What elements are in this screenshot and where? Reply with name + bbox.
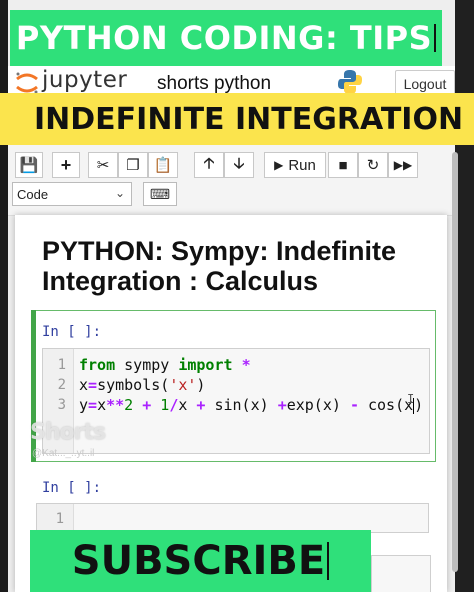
copy-icon: ❐ — [126, 157, 140, 174]
line-number: 1 — [55, 511, 64, 527]
plus-icon: + — [60, 154, 72, 175]
restart-run-all-button[interactable]: ▶▶ — [388, 152, 418, 178]
line-number: 1 — [57, 357, 66, 373]
python-logo-icon — [338, 70, 362, 94]
text-cursor — [434, 24, 437, 52]
cell-edge — [371, 555, 431, 592]
restart-icon: ↻ — [366, 157, 380, 174]
subscribe-banner[interactable]: SUBSCRIBE — [30, 530, 371, 592]
text-cursor-icon: I — [407, 392, 415, 406]
line-number: 3 — [57, 397, 66, 413]
cell-type-value: Code — [17, 186, 49, 202]
save-icon: 💾 — [19, 157, 39, 174]
code-line-2: x=symbols('x') — [79, 376, 206, 394]
play-icon: ▶ — [274, 158, 284, 172]
paste-button[interactable]: 📋 — [148, 152, 178, 178]
fast-forward-icon: ▶▶ — [393, 158, 413, 172]
line-number: 2 — [57, 377, 66, 393]
title-line-1: PYTHON: Sympy: Indefinite — [42, 236, 397, 266]
cut-button[interactable]: ✂ — [88, 152, 118, 178]
cell-type-select[interactable]: Code ⌄ — [12, 182, 132, 206]
notebook-name[interactable]: shorts python — [157, 73, 271, 95]
cell-1-prompt: In [ ]: — [42, 324, 102, 340]
chevron-down-icon: ⌄ — [114, 186, 125, 200]
run-label: Run — [288, 156, 316, 174]
command-palette-button[interactable]: ⌨ — [143, 182, 177, 206]
keyboard-icon: ⌨ — [149, 185, 171, 202]
watermark-handle: @Kat..._..yt..il — [32, 448, 95, 459]
topic-banner-text: INDEFINITE INTEGRATION — [34, 101, 464, 137]
code-line-3: y=x**2 + 1/x + sin(x) +exp(x) - cos(x) — [79, 396, 424, 414]
cell-2-prompt: In [ ]: — [42, 480, 102, 496]
jupyter-logo-text[interactable]: jupyter — [42, 67, 127, 93]
interrupt-button[interactable]: ■ — [328, 152, 358, 178]
arrow-down-icon: 🡣 — [233, 154, 245, 172]
text-cursor — [327, 542, 330, 580]
code-editor-2[interactable] — [36, 503, 429, 533]
insert-cell-button[interactable]: + — [52, 152, 80, 178]
top-banner-text: PYTHON CODING: TIPS — [15, 19, 433, 57]
move-up-button[interactable]: 🡡 — [194, 152, 224, 178]
scissors-icon: ✂ — [96, 157, 110, 174]
run-button[interactable]: ▶ Run — [264, 152, 326, 178]
save-button[interactable]: 💾 — [15, 152, 43, 178]
subscribe-text: SUBSCRIBE — [71, 538, 326, 584]
code-line-1: from sympy import * — [79, 356, 251, 374]
shorts-watermark: Shorts — [30, 420, 106, 445]
arrow-up-icon: 🡡 — [203, 154, 215, 172]
topic-banner: INDEFINITE INTEGRATION — [0, 93, 474, 145]
paste-icon: 📋 — [153, 157, 173, 174]
scrollbar[interactable] — [452, 152, 458, 572]
notebook-title: PYTHON: Sympy: Indefinite Integration : … — [42, 236, 442, 296]
top-banner: PYTHON CODING: TIPS — [10, 10, 442, 66]
copy-button[interactable]: ❐ — [118, 152, 148, 178]
restart-button[interactable]: ↻ — [358, 152, 388, 178]
move-down-button[interactable]: 🡣 — [224, 152, 254, 178]
stop-icon: ■ — [338, 156, 348, 174]
title-line-2: Integration : Calculus — [42, 266, 319, 296]
